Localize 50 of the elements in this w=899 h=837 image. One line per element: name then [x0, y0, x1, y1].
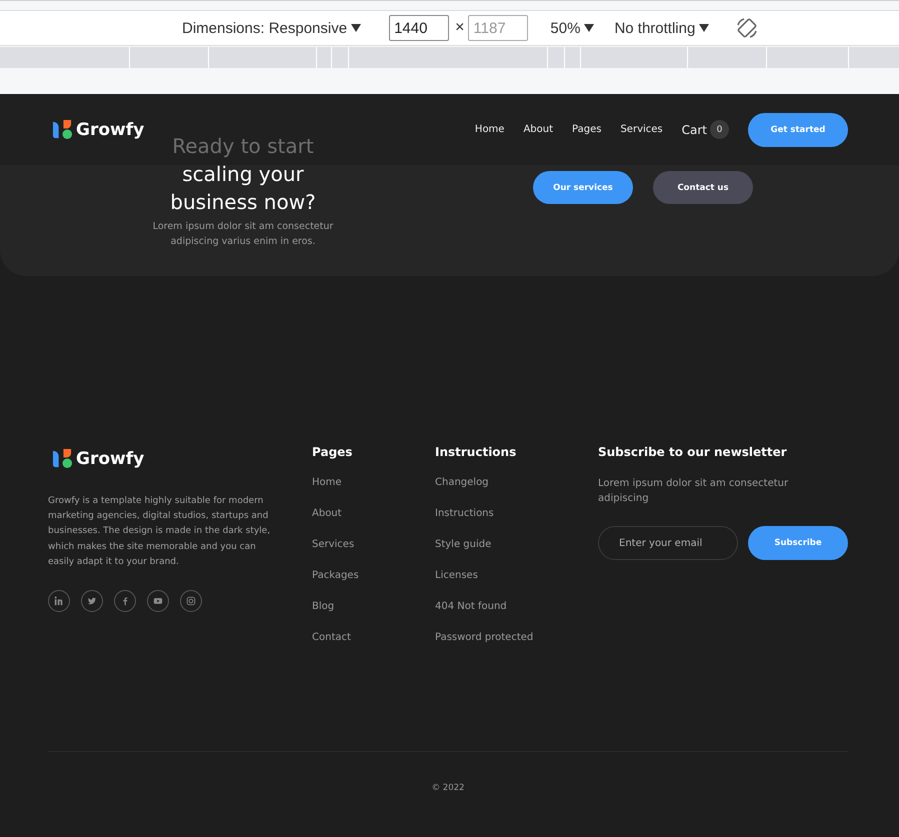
- footer-link[interactable]: Blog: [312, 600, 435, 613]
- cta-button[interactable]: Contact us: [653, 171, 753, 204]
- times-sign: ×: [455, 19, 464, 37]
- cta-heading: Ready to start scaling your business now?: [170, 133, 316, 216]
- caret-icon: [699, 24, 710, 32]
- footer-link[interactable]: Home: [312, 476, 435, 489]
- logo-icon: [52, 119, 73, 140]
- footer-column-title: Instructions: [435, 444, 518, 460]
- brand-name[interactable]: Growfy: [76, 120, 144, 140]
- footer-link[interactable]: 404 Not found: [435, 600, 598, 613]
- footer-link[interactable]: Services: [312, 538, 435, 551]
- email-field[interactable]: Enter your email: [598, 526, 738, 560]
- nav-link[interactable]: Home: [474, 124, 504, 135]
- facebook-icon[interactable]: [114, 590, 136, 612]
- footer-link[interactable]: Changelog: [435, 476, 598, 489]
- cart-count-badge: 0: [710, 120, 729, 139]
- nav-link[interactable]: About: [523, 124, 554, 135]
- instagram-icon[interactable]: [180, 590, 202, 612]
- copyright-text: © 2022: [430, 783, 466, 793]
- linkedin-icon[interactable]: [48, 590, 70, 612]
- caret-icon: [584, 24, 594, 32]
- twitter-icon[interactable]: [81, 590, 103, 612]
- caret-icon: [351, 24, 362, 32]
- footer-link[interactable]: Password protected: [435, 631, 598, 644]
- footer-description: Growfy is a template highly suitable for modern marketing agencies, digital studios, startups and businesses. The design is made in the dark style, which makes the site memorable and you can easily adapt it to your brand.: [48, 495, 272, 569]
- nav-link[interactable]: Pages: [572, 124, 602, 135]
- newsletter-title: Subscribe to our newsletter: [598, 444, 788, 460]
- zoom-dropdown[interactable]: 50%: [550, 20, 594, 36]
- cart-link[interactable]: Cart: [682, 122, 707, 136]
- cta-text: Lorem ipsum dolor sit am consectetur adipiscing varius enim in eros.: [152, 220, 334, 249]
- nav-link[interactable]: Services: [620, 124, 663, 135]
- footer-link[interactable]: Licenses: [435, 569, 598, 582]
- footer-column-title: Pages: [312, 444, 354, 460]
- brand-name[interactable]: Growfy: [76, 448, 144, 468]
- rotate-icon[interactable]: [735, 16, 760, 40]
- footer-link[interactable]: About: [312, 507, 435, 520]
- throttling-dropdown[interactable]: No throttling: [614, 20, 710, 36]
- logo-icon: [52, 448, 73, 469]
- footer-link[interactable]: Instructions: [435, 507, 598, 520]
- cta-button[interactable]: Our services: [533, 171, 633, 204]
- newsletter-text: Lorem ipsum dolor sit am consectetur adipiscing: [598, 477, 790, 506]
- subscribe-button[interactable]: Subscribe: [748, 526, 848, 560]
- height-input[interactable]: 1187: [468, 15, 528, 41]
- width-input[interactable]: 1440: [389, 15, 450, 41]
- footer-link[interactable]: Style guide: [435, 538, 598, 551]
- footer-link[interactable]: Packages: [312, 569, 435, 582]
- youtube-icon[interactable]: [147, 590, 169, 612]
- dimensions-dropdown[interactable]: Dimensions: Responsive: [182, 20, 362, 36]
- footer-link[interactable]: Contact: [312, 631, 435, 644]
- get-started-button[interactable]: Get started: [748, 112, 848, 146]
